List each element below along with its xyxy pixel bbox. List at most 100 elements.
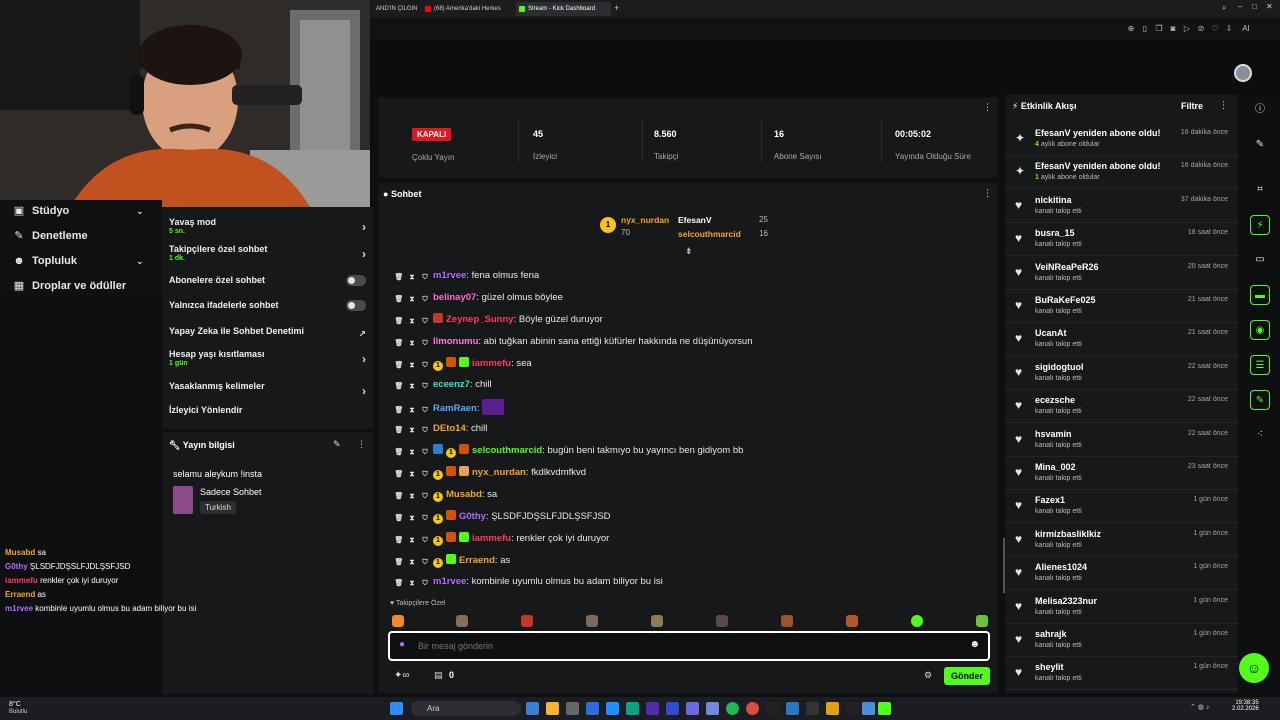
new-tab-button[interactable]: + [614,3,619,13]
feed-item[interactable]: ♥ Melisa2323nur kanalı takip etti 1 gün önc… [1005,591,1238,624]
feed-item[interactable]: ♥ BuRaKeFe025 kanalı takip etti 21 saat önc… [1005,290,1238,323]
clock[interactable]: 19:38:35 2.02.2026 [1232,700,1259,712]
bolt-icon[interactable]: ⚡︎ [1250,215,1270,235]
folder-icon[interactable] [546,702,559,715]
timeout-icon[interactable]: ⧗ [407,317,417,327]
feed-item[interactable]: ✦ EfesanV yeniden abone oldu! 1 aylık abon… [1005,156,1238,190]
app-icon[interactable] [766,702,779,715]
chat-input-box[interactable]: ● ☻ [388,631,990,661]
edit-icon[interactable]: ✎ [333,439,341,450]
trash-icon[interactable]: 🗑︎ [394,470,404,480]
filter-button[interactable]: Filtre [1181,101,1203,111]
feed-item[interactable]: ♥ Mina_002 kanalı takip etti 23 saat önce [1005,457,1238,490]
chat-message[interactable]: 🗑︎ ⧗ ⛉ belinay07: güzel olmus böylee [394,290,563,306]
emotes-only-toggle[interactable] [346,300,366,311]
timeout-icon[interactable]: ⧗ [407,339,417,349]
trash-icon[interactable]: 🗑︎ [394,361,404,371]
chat-message-input[interactable] [418,638,918,654]
search-icon[interactable]: ⌕ [1222,3,1226,13]
ai-button[interactable]: AI [1238,24,1254,34]
feed-item[interactable]: ♥ busra_15 kanalı takip etti 18 saat önce [1005,223,1238,257]
subscribers-only-toggle[interactable] [346,275,366,286]
app-icon[interactable] [586,702,599,715]
timeout-icon[interactable]: ⧗ [407,470,417,480]
info-icon[interactable]: ⓘ [1250,100,1270,120]
emote[interactable] [781,615,793,627]
chat-message[interactable]: 🗑︎ ⧗ ⛉ DEto14: chill [394,421,488,437]
tray-icons[interactable]: ⌃ ◍ ♪ [1190,703,1209,711]
share-icon[interactable]: ⊘ [1196,24,1206,34]
browser-tab[interactable]: (68) Amerika'daki Herkes [422,2,510,16]
stream-category[interactable]: Sadece Sohbet [200,487,262,497]
edge-icon[interactable] [606,702,619,715]
timeout-icon[interactable]: ⧗ [407,295,417,305]
minimize-icon[interactable]: – [1238,2,1242,11]
feed-item[interactable]: ♥ sheylit kanalı takip etti 1 gün önce [1005,657,1238,691]
chat-message[interactable]: 🗑︎ ⧗ ⛉ 1 nyx_nurdan: fkdlkvdmfkvd [394,465,586,481]
emote[interactable] [846,615,858,627]
zoom-icon[interactable]: ⊕ [1126,24,1136,34]
chat-icon[interactable]: ▬ [1250,285,1270,305]
app-icon[interactable] [666,702,679,715]
redirect-row[interactable]: İzleyici Yönlendir [169,405,366,415]
more-icon[interactable]: ⋮ [983,188,992,199]
timeout-icon[interactable]: ⧗ [407,361,417,371]
timeout-icon[interactable]: ⧗ [407,579,417,589]
timeout-icon[interactable]: ⧗ [407,536,417,546]
dots-icon[interactable]: ⁖ [1250,425,1270,445]
trash-icon[interactable]: 🗑︎ [394,492,404,502]
feed-item[interactable]: ♥ Fazex1 kanalı takip etti 1 gün önce [1005,490,1238,524]
trash-icon[interactable]: 🗑︎ [394,558,404,568]
chat-message[interactable]: 🗑︎ ⧗ ⛉ 1 iammefu: sea [394,356,532,372]
slow-mode-row[interactable]: Yavaş mod 5 sn. › [169,217,366,235]
start-icon[interactable] [390,702,403,715]
timeout-icon[interactable]: ⧗ [407,514,417,524]
nav-item-studio[interactable]: ▣ Stüdyo ⌄ [12,202,144,220]
chat-message[interactable]: 🗑︎ ⧗ ⛉ RamRaen: [394,399,507,415]
timeout-icon[interactable]: ⧗ [407,426,417,436]
trash-icon[interactable]: 🗑︎ [394,295,404,305]
chat-message[interactable]: 🗑︎ ⧗ ⛉ 1 G0thy: ŞLSDFJDŞSLFJDLŞSFJSD [394,509,611,525]
emote[interactable] [976,615,988,627]
followers-only-row[interactable]: Takipçilere özel sohbet 1 dk. › [169,244,366,262]
card-icon[interactable]: ▭ [1250,250,1270,270]
timeout-icon[interactable]: ⧗ [407,406,417,416]
feed-item[interactable]: ♥ Alienes1024 kanalı takip etti 1 gün önce [1005,557,1238,591]
bookmark-icon[interactable]: ▯ [1140,24,1150,34]
timeout-icon[interactable]: ⧗ [407,448,417,458]
chat-message[interactable]: 🗑︎ ⧗ ⛉ 1 Erraend: as [394,553,510,569]
leaderboard-user[interactable]: nyx_nurdan [621,215,669,225]
download-icon[interactable]: ⇩ [1224,24,1234,34]
chat-message[interactable]: 🗑︎ ⧗ ⛉ eceenz7: chill [394,377,492,393]
support-button[interactable]: ☺ [1239,653,1269,683]
trash-icon[interactable]: 🗑︎ [394,579,404,589]
more-icon[interactable]: ⋮ [983,102,992,113]
emote[interactable] [586,615,598,627]
play-icon[interactable]: ▷ [1182,24,1192,34]
app-icon[interactable] [566,702,579,715]
app-icon[interactable] [826,702,839,715]
leaderboard-user[interactable]: EfesanV [678,215,712,225]
maximize-icon[interactable]: □ [1252,2,1257,11]
app-icon[interactable] [806,702,819,715]
browser-tab[interactable]: AND'IN ÇILGIN [364,2,417,16]
emote[interactable] [521,615,533,627]
timeout-icon[interactable]: ⧗ [407,558,417,568]
emote[interactable] [911,615,923,627]
app-icon[interactable] [862,702,875,715]
chat-message[interactable]: 🗑︎ ⧗ ⛉ limonumu: abi tuğkan abinin sana ett… [394,334,753,350]
feed-item[interactable]: ♥ nickitina kanalı takip etti 37 dakika önc… [1005,190,1238,223]
more-icon[interactable]: ⋮ [1219,100,1228,111]
kick-icon[interactable] [878,702,891,715]
app-icon[interactable] [626,702,639,715]
camera-icon[interactable]: ◙ [1168,24,1178,34]
chrome-icon[interactable] [746,702,759,715]
feed-item[interactable]: ♥ UcanAt kanalı takip etti 21 saat önce [1005,323,1238,357]
emoji-icon[interactable]: ☻ [969,639,980,650]
account-age-row[interactable]: Hesap yaşı kısıtlaması 1 gün › [169,349,366,367]
trash-icon[interactable]: 🗑︎ [394,536,404,546]
browser-tab-active[interactable]: Stream - Kick Dashboard [516,2,611,16]
settings-icon[interactable]: ⚙ [924,670,932,681]
avatar[interactable] [1234,64,1252,82]
feed-item[interactable]: ♥ VeiNReaPeR26 kanalı takip etti 20 saat ön… [1005,257,1238,290]
